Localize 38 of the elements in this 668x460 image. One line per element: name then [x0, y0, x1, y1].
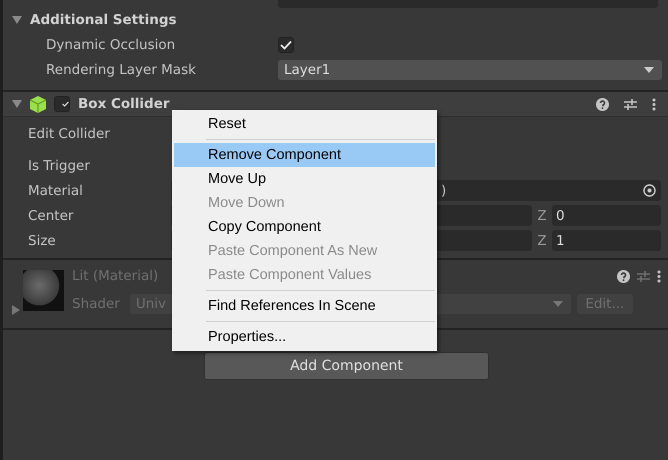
section-title: Additional Settings	[30, 12, 177, 28]
dropdown[interactable]: Layer1	[278, 60, 662, 80]
input-field[interactable]: 1	[552, 230, 661, 251]
property-label: Is Trigger	[28, 158, 90, 174]
menu-item[interactable]: Find References In Scene	[174, 294, 435, 318]
property-label: Rendering Layer Mask	[46, 62, 197, 78]
foldout-arrow-icon[interactable]	[12, 100, 22, 108]
checkmark-icon	[62, 99, 69, 109]
sliders-icon[interactable]	[637, 270, 650, 282]
help-icon[interactable]	[596, 98, 609, 110]
input-field[interactable]: 0	[552, 205, 661, 226]
dropdown-arrow-icon	[644, 66, 654, 72]
property-label: Dynamic Occlusion	[46, 36, 176, 52]
property-label: Material	[28, 182, 84, 198]
foldout-arrow-icon[interactable]	[12, 16, 22, 24]
menu-item[interactable]: Copy Component	[174, 215, 435, 239]
dropdown-arrow-icon	[552, 301, 563, 307]
component-title: Box Collider	[78, 96, 170, 112]
checkbox[interactable]	[54, 96, 70, 112]
menu-item[interactable]: Properties...	[174, 325, 435, 349]
more-options-icon[interactable]	[657, 270, 661, 282]
property-label: Size	[28, 232, 57, 248]
foldout-arrow-icon[interactable]	[12, 305, 20, 315]
more-options-icon[interactable]	[652, 98, 656, 110]
sphere-thumbnail	[23, 270, 64, 310]
add-component-button[interactable]: Add Component	[204, 352, 489, 380]
help-icon[interactable]	[617, 270, 630, 282]
axis-label: Z	[536, 208, 548, 224]
property-label: Edit Collider	[28, 126, 110, 142]
property-label: Center	[28, 208, 74, 224]
cube-icon	[30, 96, 46, 112]
checkbox[interactable]	[278, 36, 294, 52]
menu-item[interactable]: Remove Component	[174, 143, 435, 167]
menu-item[interactable]: Move Up	[174, 167, 435, 191]
axis-label: Z	[536, 232, 548, 248]
checkmark-icon	[280, 40, 292, 50]
sliders-icon[interactable]	[624, 98, 637, 110]
target-icon[interactable]	[643, 184, 656, 197]
